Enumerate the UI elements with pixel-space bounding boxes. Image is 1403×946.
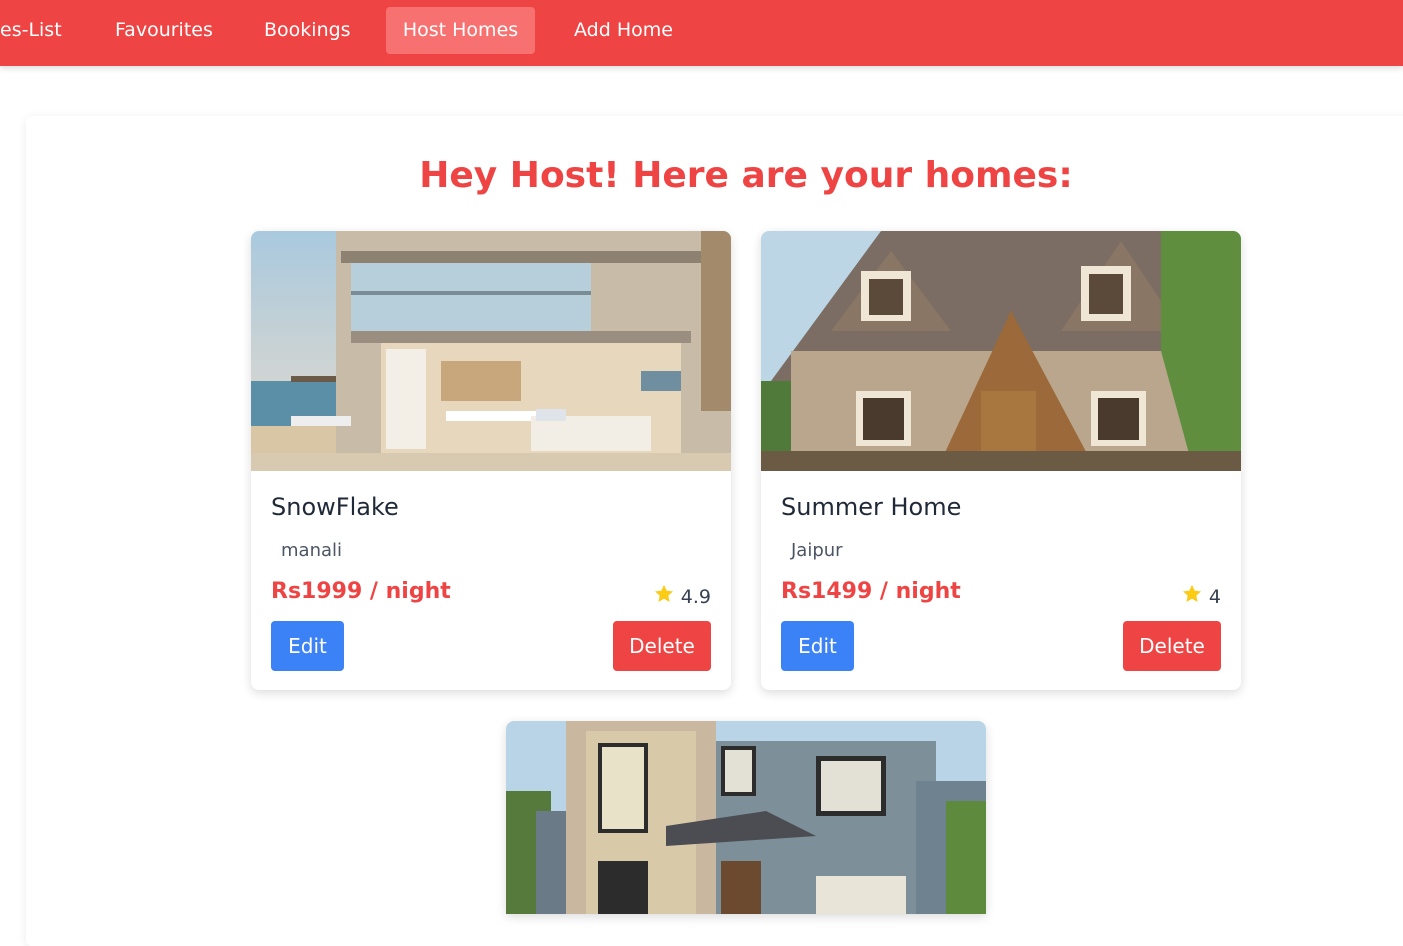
home-card — [506, 721, 986, 914]
star-icon — [653, 583, 675, 610]
home-image-beach-villa — [251, 231, 731, 471]
page-heading: Hey Host! Here are your homes: — [419, 155, 1073, 196]
nav-favourites-link[interactable]: Favourites — [96, 7, 232, 54]
home-price: Rs1999 / night — [271, 579, 451, 604]
top-navbar: es-List Favourites Bookings Host Homes A… — [0, 0, 1403, 66]
home-card: Summer Home Jaipur Rs1499 / night 4 Edit… — [761, 231, 1241, 690]
rating-value: 4 — [1208, 585, 1221, 608]
home-name: Summer Home — [781, 493, 962, 521]
home-price: Rs1499 / night — [781, 579, 961, 604]
delete-home-button[interactable]: Delete — [1123, 621, 1221, 671]
nav-homes-list-link[interactable]: es-List — [0, 7, 81, 54]
rating-value: 4.9 — [680, 585, 711, 608]
home-location: manali — [281, 540, 343, 561]
home-location: Jaipur — [791, 540, 843, 561]
edit-home-button[interactable]: Edit — [781, 621, 854, 671]
home-name: SnowFlake — [271, 493, 399, 521]
nav-bookings-link[interactable]: Bookings — [245, 7, 370, 54]
edit-home-button[interactable]: Edit — [271, 621, 344, 671]
nav-add-home-link[interactable]: Add Home — [555, 7, 692, 54]
star-icon — [1181, 583, 1203, 610]
home-rating: 4 — [1181, 583, 1221, 610]
home-image-suburban-house — [506, 721, 986, 914]
nav-host-homes-link[interactable]: Host Homes — [386, 7, 535, 54]
home-rating: 4.9 — [653, 583, 711, 610]
home-image-stone-cottage — [761, 231, 1241, 471]
home-card: SnowFlake manali Rs1999 / night 4.9 Edit… — [251, 231, 731, 690]
delete-home-button[interactable]: Delete — [613, 621, 711, 671]
